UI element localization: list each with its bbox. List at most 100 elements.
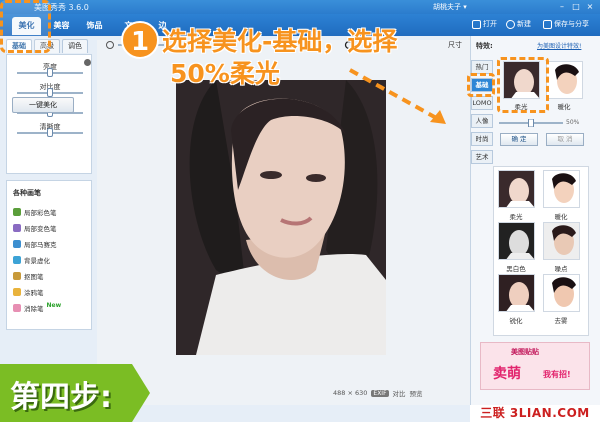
user-account[interactable]: 胡桃夫子 ▾ [433, 2, 467, 12]
face-thumbnail [544, 275, 579, 311]
effect-label: 暖化 [557, 103, 571, 111]
strength-value: 50% [566, 119, 580, 126]
grid-effect-soft-light[interactable] [498, 170, 535, 208]
save-icon [543, 19, 552, 29]
color-brush-icon [13, 208, 21, 216]
effect-label: 锐化 [509, 317, 523, 325]
folder-icon [472, 19, 481, 29]
compare-button[interactable]: 对比 [393, 388, 406, 398]
site-watermark: 三联 3LIAN.COM [470, 405, 600, 422]
category-portrait[interactable]: 人像 [471, 114, 493, 128]
recolor-brush-icon [13, 224, 21, 232]
brush-label: 涂鸦笔 [24, 289, 44, 297]
brush-item-doodle[interactable]: 涂鸦笔 [13, 287, 44, 297]
brush-item-cutout[interactable]: 抠图笔 [13, 271, 44, 281]
instruction-line-1: 选择美化-基础，选择 [162, 27, 398, 56]
design-effects-link[interactable]: 为美图设计特效! [537, 41, 581, 50]
grid-effect-noise[interactable] [543, 222, 580, 260]
size-label: 尺寸 [448, 41, 462, 49]
strength-thumb[interactable] [528, 119, 534, 127]
image-dimensions: 488 × 630 [333, 389, 368, 397]
subtab-color[interactable]: 调色 [62, 39, 88, 53]
brush-label: 消除笔 [24, 305, 44, 313]
edited-photo [176, 80, 386, 355]
new-button[interactable]: 新建 [506, 19, 531, 29]
cancel-button[interactable]: 取 消 [546, 133, 584, 146]
step-banner-text: 第四步: [10, 380, 112, 415]
preview-button[interactable]: 预览 [410, 388, 423, 398]
grid-effect-bw[interactable] [498, 222, 535, 260]
new-badge: New [46, 301, 62, 309]
ad-brand: 美图贴贴 [511, 348, 539, 356]
brush-label: 背景虚化 [24, 257, 50, 265]
category-lomo[interactable]: LOMO [471, 96, 493, 110]
ad-banner[interactable]: 美图贴贴 卖萌 我有招! [480, 342, 590, 390]
exif-button[interactable]: EXIF [371, 389, 389, 397]
category-hot[interactable]: 热门 [471, 60, 493, 74]
highlight-beautify-tab [0, 0, 51, 53]
portrait-image [176, 80, 386, 355]
save-label: 保存与分享 [554, 20, 589, 28]
save-share-button[interactable]: 保存与分享 [543, 19, 589, 29]
eraser-icon [13, 304, 21, 312]
face-thumbnail [544, 223, 579, 259]
face-thumbnail [499, 223, 534, 259]
mosaic-icon [13, 240, 21, 248]
face-thumbnail [499, 171, 534, 207]
brush-label: 局部马赛克 [24, 241, 57, 249]
face-thumbnail [499, 275, 534, 311]
brush-item-color[interactable]: 局部彩色笔 [13, 207, 57, 217]
tab-makeup[interactable]: 美容 [47, 17, 76, 35]
highlight-basic-category [467, 73, 495, 97]
brush-panel-title: 各种画笔 [13, 189, 41, 197]
brush-item-blur[interactable]: 背景虚化 [13, 255, 50, 265]
ad-subline: 我有招! [543, 370, 571, 379]
slider-thumb[interactable] [47, 68, 53, 77]
new-label: 新建 [517, 20, 531, 28]
open-label: 打开 [483, 20, 497, 28]
effect-label: 噪点 [554, 265, 568, 273]
grid-effect-dehaze[interactable] [543, 274, 580, 312]
brush-panel: 各种画笔 局部彩色笔 局部变色笔 局部马赛克 背景虚化 抠图笔 涂鸦笔 消除笔 N… [6, 180, 92, 330]
face-thumbnail [544, 171, 579, 207]
slider-thumb[interactable] [47, 88, 53, 97]
effect-label: 黑白色 [506, 265, 526, 273]
one-click-beautify-button[interactable]: 一键美化 [12, 97, 74, 113]
close-icon[interactable]: × [584, 2, 596, 12]
effect-label: 去雾 [554, 317, 568, 325]
adjust-panel: 亮度 对比度 色彩饱和度 清晰度 [6, 54, 92, 174]
slider-thumb[interactable] [47, 128, 53, 137]
category-art[interactable]: 艺术 [471, 150, 493, 164]
confirm-button[interactable]: 确 定 [500, 133, 538, 146]
category-fashion[interactable]: 时尚 [471, 132, 493, 146]
step-number-badge: 1 [121, 21, 159, 59]
face-thumbnail [547, 62, 582, 98]
brush-item-eraser[interactable]: 消除笔 New [13, 301, 62, 313]
highlight-soft-light [497, 57, 549, 113]
doodle-icon [13, 288, 21, 296]
open-button[interactable]: 打开 [472, 19, 497, 29]
brush-label: 局部彩色笔 [24, 209, 57, 217]
cutout-icon [13, 272, 21, 280]
effect-label: 暖化 [554, 213, 568, 221]
effect-warm[interactable] [546, 61, 583, 99]
brush-item-mosaic[interactable]: 局部马赛克 [13, 239, 57, 249]
minimize-icon[interactable]: – [556, 2, 568, 12]
zoom-out-icon[interactable] [106, 41, 114, 49]
plus-icon [506, 19, 515, 29]
instruction-line-2: 50%柔光 [170, 59, 280, 88]
brush-label: 局部变色笔 [24, 225, 57, 233]
maximize-icon[interactable]: □ [570, 2, 582, 12]
canvas-footer: 488 × 630 EXIF 对比 预览 [333, 388, 423, 398]
app-window: 美图秀秀 3.6.0 胡桃夫子 ▾ – □ × 美化 美容 饰品 文 边 打开 … [0, 0, 600, 422]
tab-accessories[interactable]: 饰品 [80, 17, 109, 35]
blur-icon [13, 256, 21, 264]
grid-effect-warm[interactable] [543, 170, 580, 208]
ad-headline: 卖萌 [493, 366, 521, 382]
title-bar: 美图秀秀 3.6.0 胡桃夫子 ▾ – □ × [0, 0, 600, 14]
effect-label: 柔光 [509, 213, 523, 221]
grid-effect-sharpen[interactable] [498, 274, 535, 312]
brush-label: 抠图笔 [24, 273, 44, 281]
effects-label: 特效: [476, 42, 493, 50]
brush-item-recolor[interactable]: 局部变色笔 [13, 223, 57, 233]
